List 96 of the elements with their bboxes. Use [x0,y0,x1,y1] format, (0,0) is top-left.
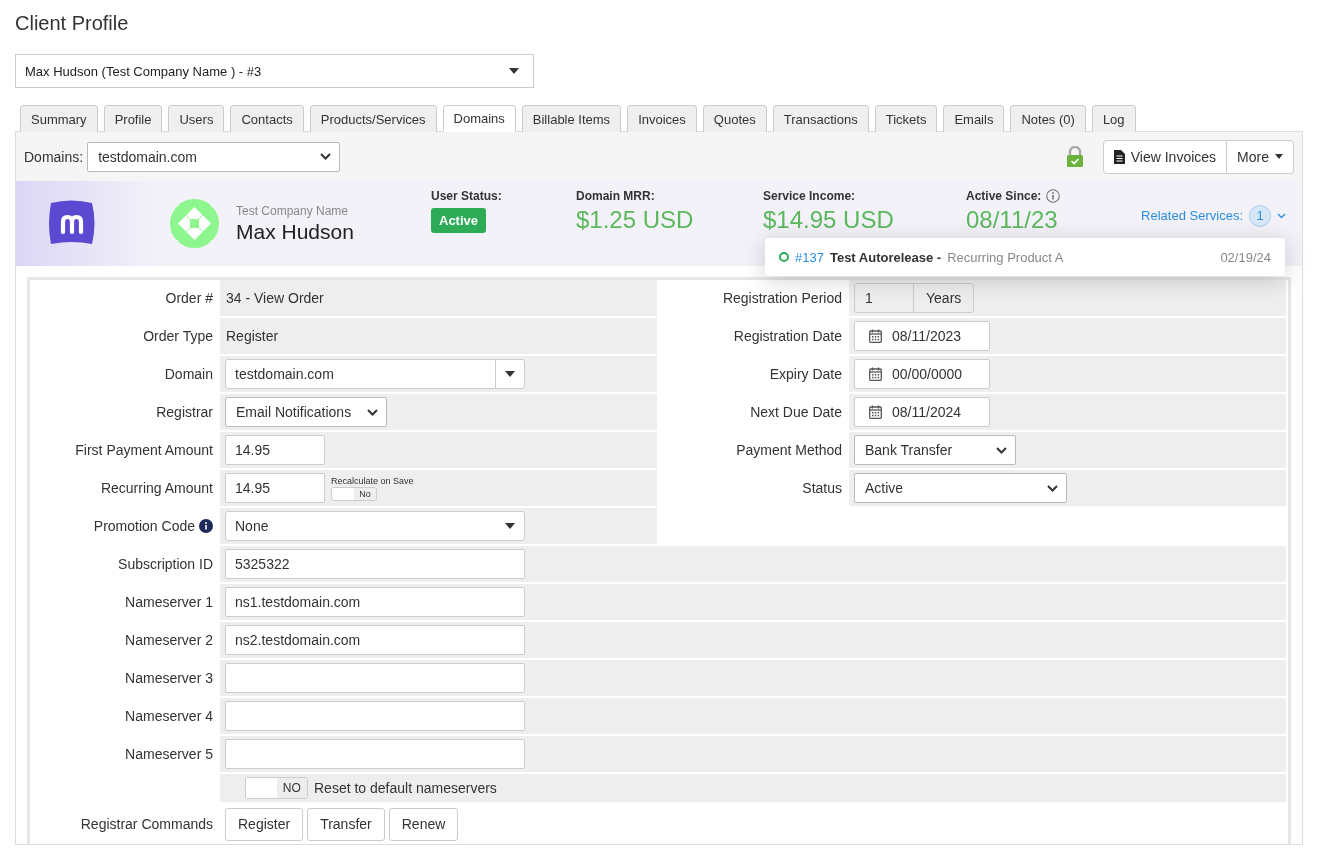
date-input[interactable]: 00/00/0000 [854,359,990,389]
caret-icon [504,523,515,529]
field-value: Register [225,328,279,344]
field-label: Nameserver 5 [124,745,214,764]
tab[interactable]: Profile [103,105,163,132]
field-label: Registration Date [732,327,843,346]
calendar-icon [869,367,882,381]
service-date: 02/19/24 [1220,249,1271,265]
calendar-icon [869,329,882,343]
domain-combobox[interactable]: testdomain.com [225,359,525,389]
field-label: Order # [164,289,214,308]
chevron-icon [996,446,1007,454]
service-link[interactable]: #137 [795,249,824,265]
stat-label: Domain MRR: [576,189,656,203]
calendar-icon [869,405,882,419]
command-button[interactable]: Transfer [307,807,385,841]
input-field[interactable]: 5325322 [225,549,525,579]
tab[interactable]: Transactions [772,105,869,132]
field-label: Recurring Amount [99,479,214,498]
stat-label: Service Income: [763,189,857,203]
client-name: Max Hudson [236,219,355,244]
chevron-icon[interactable] [1277,212,1286,219]
field-label: Nameserver 2 [124,631,214,650]
tab[interactable]: Quotes [702,105,767,132]
command-button[interactable]: Renew [388,807,459,841]
field-label: Order Type [142,327,214,346]
toggle-caption: Recalculate on Save [331,475,414,486]
stat-label: User Status: [431,188,503,203]
tab[interactable]: Domains [442,105,516,132]
company-name: Test Company Name [236,203,350,218]
input-field[interactable] [225,701,525,731]
select-field[interactable]: Bank Transfer [854,435,1016,465]
input-field[interactable]: ns1.testdomain.com [225,587,525,617]
command-button[interactable]: Register [225,807,304,841]
field-label: Nameserver 4 [124,707,214,726]
input-field[interactable]: 14.95 [225,435,325,465]
tab[interactable]: Billable Items [521,105,622,132]
field-label: Payment Method [735,441,843,460]
input-field[interactable] [225,739,525,769]
stat-value: 08/11/23 [966,208,1059,232]
tab[interactable]: Products/Services [309,105,437,132]
toggle-switch[interactable]: NO [245,777,308,799]
caret-icon [509,68,519,74]
more-button[interactable]: More [1226,139,1294,174]
field-label: Registration Period [721,289,843,308]
field-value: 34 - View Order [225,290,324,306]
info-icon [1046,189,1061,203]
document-icon [1113,149,1125,164]
tab[interactable]: Emails [943,105,1005,132]
field-label: Registrar [155,403,214,422]
chevron-icon [1047,484,1058,492]
client-select[interactable]: Max Hudson (Test Company Name ) - #3 [15,54,534,88]
select-field[interactable]: Active [854,473,1067,503]
tab[interactable]: Contacts [230,105,304,132]
tab[interactable]: Users [168,105,225,132]
input-field[interactable]: ns2.testdomain.com [225,625,525,655]
field-label: Promotion Code [30,508,220,544]
chevron-icon [367,408,378,416]
avatar-icon [170,199,219,248]
period-input[interactable]: 1 Years [854,283,975,313]
field-label: Domain [163,365,214,384]
select-field[interactable]: Email Notifications [225,397,387,427]
status-badge: Active [431,207,487,233]
dropdown[interactable]: None [225,511,525,541]
chevron-icon [320,153,332,160]
domain-select[interactable]: testdomain.com [87,141,341,172]
input-field[interactable] [225,663,525,693]
input-field[interactable]: 14.95 [225,473,325,503]
toggle-switch[interactable]: No [331,486,377,501]
field-label: Next Due Date [749,403,843,422]
count-badge: 1 [1249,204,1271,227]
caret-icon [505,371,515,377]
stat-label: Active Since: [966,189,1042,203]
product-name: Recurring Product A [947,249,1064,265]
date-input[interactable]: 08/11/2023 [854,321,990,351]
domains-label: Domains: [24,148,84,165]
tab[interactable]: Invoices [627,105,697,132]
field-label: Nameserver 1 [124,593,214,612]
tab[interactable]: Tickets [874,105,938,132]
field-label: Status [801,479,843,498]
stat-value: $14.95 USD [763,208,895,232]
page-title: Client Profile [15,12,130,35]
tab[interactable]: Notes (0) [1010,105,1086,132]
tab[interactable]: Summary [20,105,98,132]
field-label: Registrar Commands [79,815,214,834]
field-label: Expiry Date [768,365,843,384]
service-name: Test Autorelease - [829,249,942,265]
field-label: First Payment Amount [74,441,214,460]
field-label: Subscription ID [117,555,214,574]
tab[interactable]: Log [1091,105,1136,132]
toggle-label: Reset to default nameservers [314,780,497,796]
field-label: Nameserver 3 [124,669,214,688]
date-input[interactable]: 08/11/2024 [854,397,990,427]
view-invoices-button[interactable]: View Invoices [1102,139,1228,174]
caret-icon [1275,154,1283,159]
stat-value: $1.25 USD [576,208,695,232]
